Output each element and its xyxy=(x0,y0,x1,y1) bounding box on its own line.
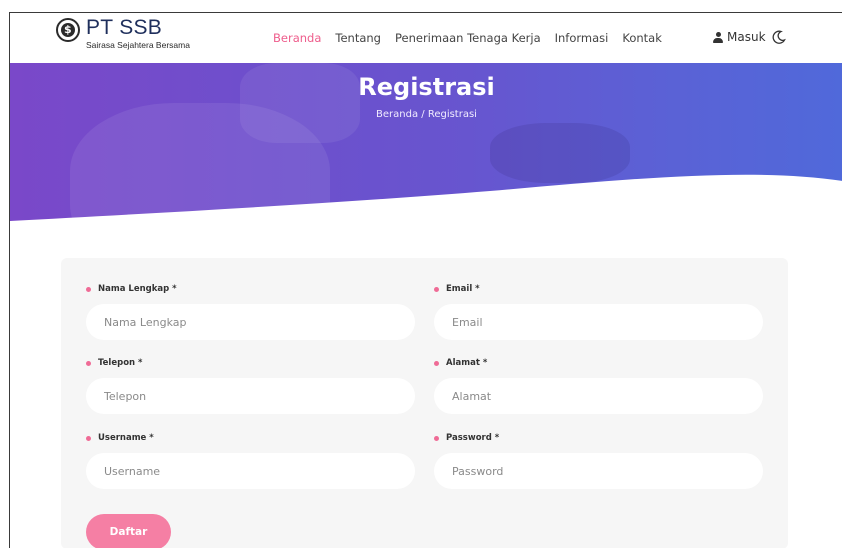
registration-form: Nama Lengkap * Email * Telepon * Alamat … xyxy=(61,258,788,548)
field-telepon: Telepon * xyxy=(86,357,415,414)
field-password: Password * xyxy=(434,432,763,489)
moon-icon[interactable] xyxy=(772,30,786,44)
telepon-input[interactable] xyxy=(86,378,415,414)
daftar-button[interactable]: Daftar xyxy=(86,514,171,548)
login-label: Masuk xyxy=(727,30,766,44)
hero-wave xyxy=(10,174,842,243)
nav-item-beranda[interactable]: Beranda xyxy=(273,31,321,45)
field-email: Email * xyxy=(434,283,763,340)
brand-subtitle: Sairasa Sejahtera Bersama xyxy=(86,40,190,50)
nav-item-tentang[interactable]: Tentang xyxy=(335,31,381,45)
page-frame: PT SSB Sairasa Sejahtera Bersama Beranda… xyxy=(9,12,842,548)
alamat-input[interactable] xyxy=(434,378,763,414)
user-icon xyxy=(713,31,723,43)
required-dot-icon xyxy=(434,360,439,366)
field-label-row: Nama Lengkap * xyxy=(86,283,415,295)
field-label: Alamat * xyxy=(446,358,488,368)
required-dot-icon xyxy=(86,435,91,441)
required-dot-icon xyxy=(434,286,439,292)
field-label-row: Email * xyxy=(434,283,763,295)
nav-item-penerimaan[interactable]: Penerimaan Tenaga Kerja xyxy=(395,31,541,45)
field-alamat: Alamat * xyxy=(434,357,763,414)
required-dot-icon xyxy=(434,435,439,441)
nav-item-informasi[interactable]: Informasi xyxy=(555,31,609,45)
nama-lengkap-input[interactable] xyxy=(86,304,415,340)
field-label: Email * xyxy=(446,284,480,294)
field-label: Telepon * xyxy=(98,358,143,368)
field-label-row: Alamat * xyxy=(434,357,763,369)
ssb-logo-icon xyxy=(56,18,80,42)
field-label: Username * xyxy=(98,433,154,443)
field-nama-lengkap: Nama Lengkap * xyxy=(86,283,415,340)
required-dot-icon xyxy=(86,286,91,292)
password-input[interactable] xyxy=(434,453,763,489)
login-link[interactable]: Masuk xyxy=(713,30,766,44)
nav-item-kontak[interactable]: Kontak xyxy=(622,31,662,45)
brand-logo[interactable]: PT SSB Sairasa Sejahtera Bersama xyxy=(56,17,190,51)
field-label-row: Password * xyxy=(434,432,763,444)
field-label: Password * xyxy=(446,433,500,443)
field-label-row: Telepon * xyxy=(86,357,415,369)
email-input[interactable] xyxy=(434,304,763,340)
required-dot-icon xyxy=(86,360,91,366)
brand-text: PT SSB Sairasa Sejahtera Bersama xyxy=(86,17,190,51)
field-username: Username * xyxy=(86,432,415,489)
site-header: PT SSB Sairasa Sejahtera Bersama Beranda… xyxy=(10,13,842,63)
brand-title: PT SSB xyxy=(86,16,163,39)
field-label-row: Username * xyxy=(86,432,415,444)
field-label: Nama Lengkap * xyxy=(98,284,177,294)
username-input[interactable] xyxy=(86,453,415,489)
page-hero: Registrasi Beranda / Registrasi xyxy=(10,63,842,243)
main-nav: Beranda Tentang Penerimaan Tenaga Kerja … xyxy=(273,31,676,45)
